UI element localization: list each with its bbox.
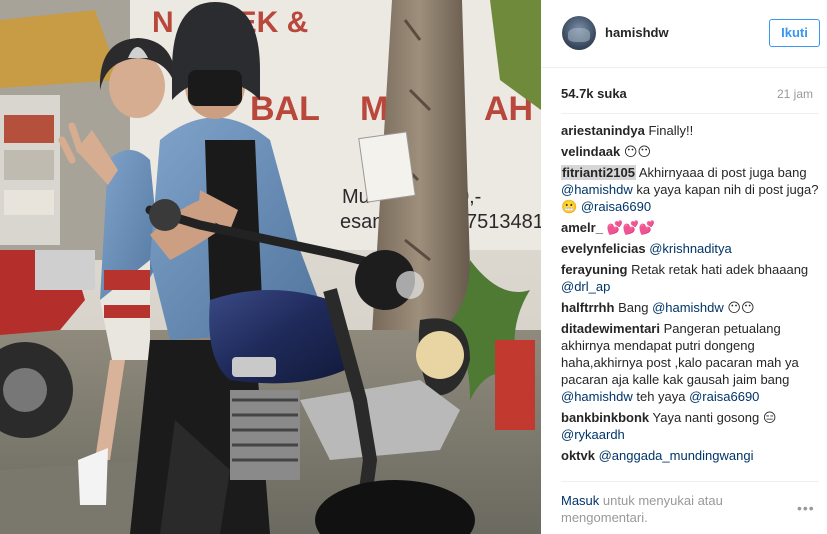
comment-username[interactable]: amelr_: [561, 220, 603, 235]
photo-sign-word2: esan: [340, 211, 383, 233]
comment-item: fitrianti2105 Akhirnyaaa di post juga ba…: [561, 164, 819, 215]
comment-username[interactable]: halftrrhh: [561, 300, 614, 315]
comment-item: bankbinkbonk Yaya nanti gosong 😑 @rykaar…: [561, 409, 819, 443]
photo-sign-left: N: [152, 6, 174, 39]
comment-text: Yaya nanti gosong 😑: [652, 410, 777, 425]
comment-username[interactable]: bankbinkbonk: [561, 410, 649, 425]
post-username[interactable]: hamishdw: [605, 25, 669, 40]
comment-text: Akhirnyaaa di post juga bang: [638, 165, 807, 180]
comment-mention[interactable]: @raisa6690: [689, 389, 759, 404]
comment-item: velindaak 😶😶: [561, 143, 819, 160]
comment-item: ditadewimentari Pangeran petualang akhir…: [561, 320, 819, 405]
comment-mention[interactable]: @hamishdw: [561, 182, 633, 197]
comment-text: 😶😶: [623, 144, 651, 159]
likes-count[interactable]: 54.7k suka: [561, 86, 627, 101]
comment-item: ariestanindya Finally!!: [561, 122, 819, 139]
comment-username[interactable]: fitrianti2105: [561, 165, 636, 180]
photo-scene: N BEK & BAL M AH Mu 0,- esan 7513481: [0, 0, 541, 534]
comment-username[interactable]: evelynfelicias: [561, 241, 646, 256]
comment-mention[interactable]: @raisa6690: [581, 199, 651, 214]
photo-sign-mid: BAL: [250, 90, 320, 128]
comment-text: 💕💕💕: [606, 220, 656, 235]
login-link[interactable]: Masuk: [561, 493, 599, 508]
post-side-panel: hamishdw Ikuti 54.7k suka 21 jam ariesta…: [541, 0, 827, 534]
comment-username[interactable]: ferayuning: [561, 262, 627, 277]
comment-text: Retak retak hati adek bhaaang: [631, 262, 809, 277]
comment-mention[interactable]: @hamishdw: [561, 389, 633, 404]
comment-item: halftrrhh Bang @hamishdw 😶😶: [561, 299, 819, 316]
post-header: hamishdw Ikuti: [541, 0, 827, 68]
photo-sign-phone: 7513481: [466, 211, 541, 233]
comment-mention[interactable]: @anggada_mundingwangi: [599, 448, 754, 463]
divider: [561, 113, 819, 114]
likes-row: 54.7k suka 21 jam: [541, 84, 827, 104]
comment-text: Bang: [618, 300, 653, 315]
comment-username[interactable]: velindaak: [561, 144, 620, 159]
comment-mention[interactable]: @hamishdw: [652, 300, 724, 315]
follow-button[interactable]: Ikuti: [769, 19, 820, 47]
comment-username[interactable]: oktvk: [561, 448, 595, 463]
comment-item: evelynfelicias @krishnaditya: [561, 240, 819, 257]
photo-sign-left2: M: [360, 90, 388, 128]
profile-avatar[interactable]: [562, 16, 596, 50]
comment-mention[interactable]: @krishnaditya: [649, 241, 732, 256]
comment-list: ariestanindya Finally!! velindaak 😶😶 fitri…: [561, 122, 819, 482]
comment-mention[interactable]: @rykaardh: [561, 427, 625, 442]
login-prompt: Masuk untuk menyukai atau mengomentari.: [561, 492, 761, 526]
comment-text: 😶😶: [723, 300, 755, 315]
comment-username[interactable]: ariestanindya: [561, 123, 645, 138]
comment-item: ferayuning Retak retak hati adek bhaaang…: [561, 261, 819, 295]
comment-item: oktvk @anggada_mundingwangi: [561, 447, 819, 464]
comment-mention[interactable]: @drl_ap: [561, 279, 610, 294]
comment-text: Finally!!: [648, 123, 694, 138]
comment-item: amelr_ 💕💕💕: [561, 219, 819, 236]
comment-username[interactable]: ditadewimentari: [561, 321, 660, 336]
more-options-icon[interactable]: •••: [797, 501, 821, 515]
post-photo[interactable]: N BEK & BAL M AH Mu 0,- esan 7513481: [0, 0, 541, 534]
divider: [561, 481, 819, 482]
post-date[interactable]: 21 jam: [777, 87, 813, 101]
comment-text: teh yaya: [632, 389, 690, 404]
